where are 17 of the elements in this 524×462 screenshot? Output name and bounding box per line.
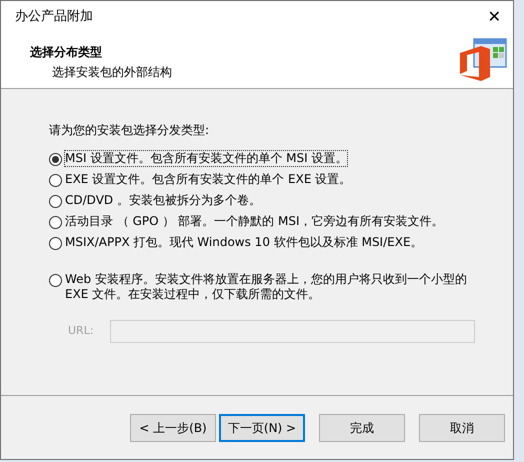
radio-option[interactable]: CD/DVD 。安装包被拆分为多个卷。 [49,193,475,208]
url-label: URL: [68,323,95,340]
radio-option[interactable]: EXE 设置文件。包含所有安装文件的单个 EXE 设置。 [49,172,475,187]
wizard-button[interactable]: 下一页(N) > [219,414,305,442]
office-package-icon [459,37,507,83]
radio-option[interactable]: MSIX/APPX 打包。现代 Windows 10 软件包以及标准 MSI/EXE。 [49,235,475,250]
radio-option[interactable]: 活动目录 （ GPO ） 部署。一个静默的 MSI，它旁边有所有安装文件。 [49,214,475,229]
radio-option[interactable]: Web 安装程序。安装文件将放置在服务器上，您的用户将只收到一个小型的 EXE 文件。在安装过程中，仅下载所需的文件。 [49,272,475,302]
wizard-button[interactable]: 取消 [419,414,505,442]
window-title: 办公产品附加 [15,8,93,26]
wizard-button[interactable]: < 上一步(B) [130,414,216,442]
wizard-button[interactable]: 完成 [319,414,405,442]
page-subtitle: 选择安装包的外部结构 [51,64,172,81]
instruction-text: 请为您的安装包选择分发类型: [49,122,210,139]
close-button[interactable]: ✕ [488,9,501,25]
radio-option[interactable]: MSI 设置文件。包含所有安装文件的单个 MSI 设置。 [49,151,475,166]
page-title: 选择分布类型 [30,44,103,61]
